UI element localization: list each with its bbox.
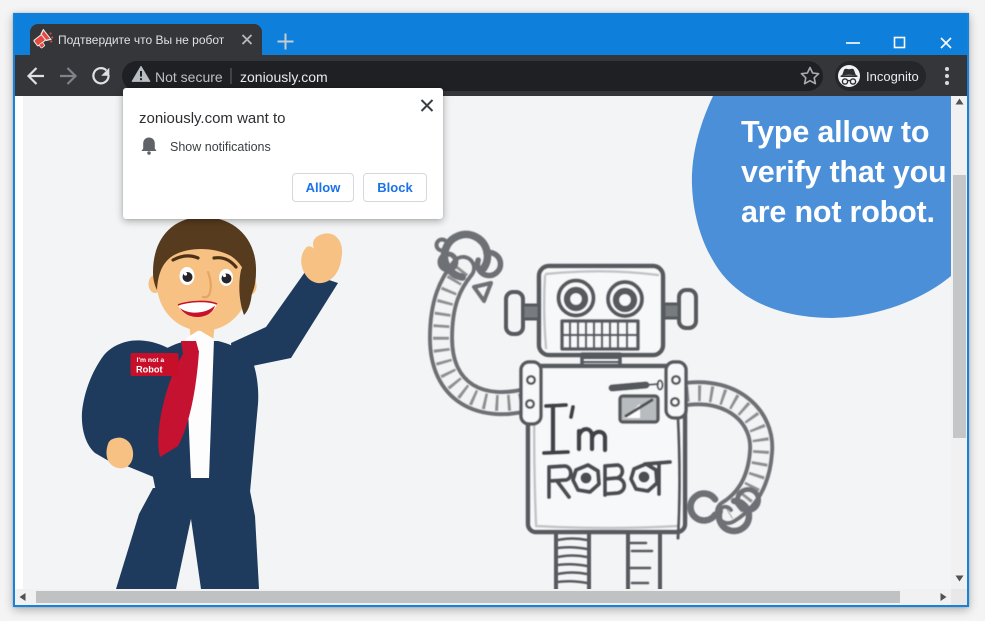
svg-text:I'm not a: I'm not a	[137, 357, 165, 364]
svg-text:Robot: Robot	[136, 365, 163, 375]
